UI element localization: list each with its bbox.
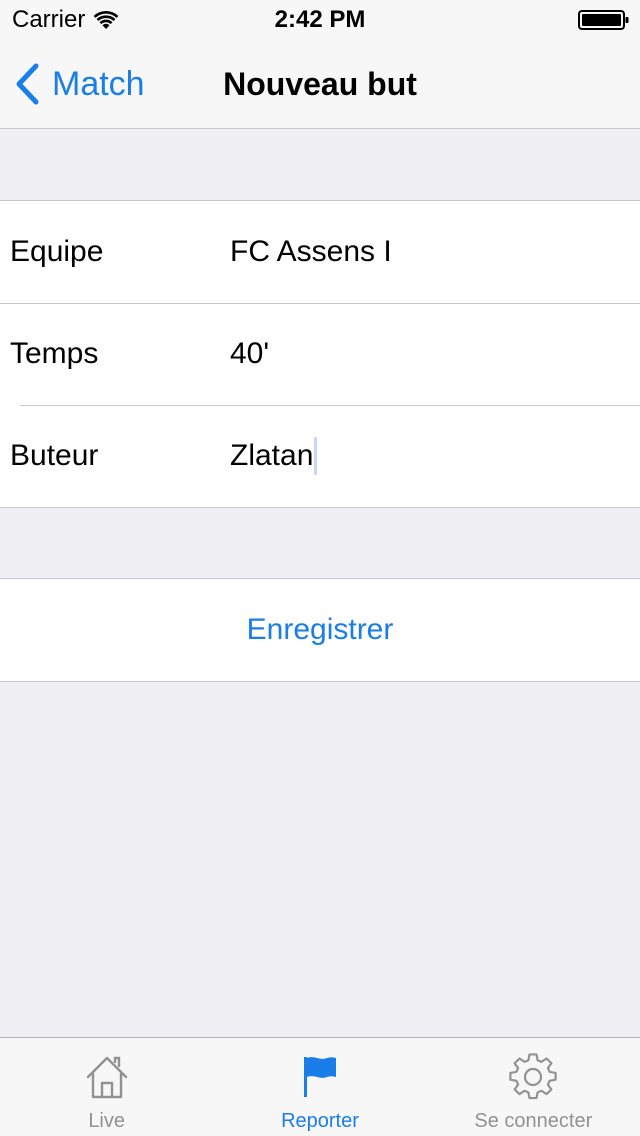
team-value: FC Assens I (230, 235, 392, 268)
form-row-time[interactable]: Temps 40' (0, 303, 640, 405)
battery-icon (578, 10, 630, 30)
back-button[interactable]: Match (14, 60, 145, 108)
time-label: Temps (10, 337, 99, 370)
tab-live-label: Live (88, 1110, 126, 1132)
chevron-left-icon (14, 63, 40, 105)
goal-form: Equipe FC Assens I Temps 40' Buteur Zlat… (0, 200, 640, 508)
home-icon (82, 1052, 132, 1102)
tab-login-label: Se connecter (474, 1110, 593, 1132)
tab-reporter[interactable]: Reporter (213, 1038, 426, 1136)
time-field[interactable]: 40' (230, 334, 269, 374)
tab-reporter-label: Reporter (281, 1110, 359, 1132)
team-field[interactable]: FC Assens I (230, 232, 392, 272)
tab-live[interactable]: Live (0, 1038, 213, 1136)
scorer-value: Zlatan (230, 439, 314, 472)
app-screen: Carrier 2:42 PM Match Nouveau but Equipe… (0, 0, 640, 1136)
text-cursor (314, 437, 318, 475)
time-value: 40' (230, 337, 270, 370)
scorer-label: Buteur (10, 439, 99, 472)
scorer-field[interactable]: Zlatan (230, 436, 318, 476)
tab-login[interactable]: Se connecter (427, 1038, 640, 1136)
form-row-scorer[interactable]: Buteur Zlatan (0, 405, 640, 507)
back-button-label: Match (52, 64, 145, 103)
gear-icon (508, 1052, 558, 1102)
flag-icon (295, 1052, 345, 1102)
top-bar: Carrier 2:42 PM Match Nouveau but (0, 0, 640, 129)
form-row-team[interactable]: Equipe FC Assens I (0, 201, 640, 303)
status-time: 2:42 PM (274, 6, 366, 33)
tab-bar: Live Reporter Se connecter (0, 1037, 640, 1136)
team-label: Equipe (10, 235, 104, 268)
save-button-label: Enregistrer (246, 613, 394, 646)
save-button[interactable]: Enregistrer (0, 578, 640, 682)
